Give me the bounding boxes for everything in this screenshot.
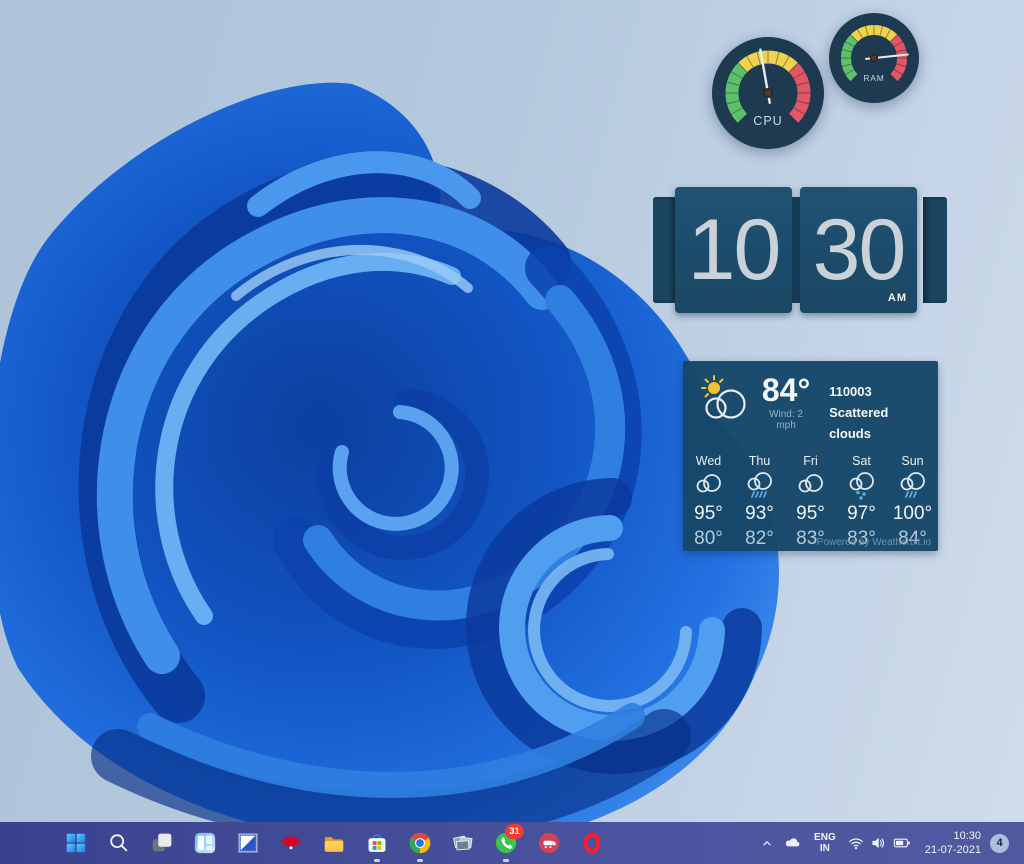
- microsoft-store-button[interactable]: [355, 822, 398, 864]
- tray-chevron-button[interactable]: [755, 826, 779, 860]
- ram-gauge-widget[interactable]: RAM: [826, 10, 922, 106]
- chevron-up-icon: [759, 835, 775, 851]
- opera-button[interactable]: [570, 822, 613, 864]
- sun-behind-clouds-icon: [695, 374, 753, 426]
- forecast-row: Wed 95° 80° Thu 93°: [683, 454, 938, 550]
- clock-left-tab: [653, 197, 677, 303]
- search-button[interactable]: [97, 822, 140, 864]
- ram-gauge-label: RAM: [863, 73, 884, 83]
- desktop[interactable]: CPU RAM 10 30 AM: [0, 0, 1024, 864]
- weather-widget[interactable]: 84° Wind: 2 mph 110003 Scattered clouds …: [683, 361, 938, 551]
- diagonal-split-app-icon: [236, 831, 260, 855]
- system-tray: ENG IN: [755, 822, 1024, 864]
- clock-right-tab: [923, 197, 947, 303]
- microsoft-store-icon: [365, 831, 389, 855]
- rain-icon: [743, 470, 777, 502]
- chrome-button[interactable]: [398, 822, 441, 864]
- file-explorer-button[interactable]: [312, 822, 355, 864]
- running-indicator: [417, 859, 423, 862]
- search-icon: [107, 831, 131, 855]
- cpu-gauge-widget[interactable]: CPU: [708, 33, 828, 153]
- onedrive-cloud-icon: [783, 834, 802, 853]
- tray-date: 21-07-2021: [925, 843, 981, 857]
- taskbar-app-row: 31: [54, 822, 613, 864]
- forecast-day: Fri 95° 83°: [785, 454, 836, 550]
- forecast-day: Wed 95° 80°: [683, 454, 734, 550]
- running-indicator: [374, 859, 380, 862]
- start-button[interactable]: [54, 822, 97, 864]
- whatsapp-button[interactable]: 31: [484, 822, 527, 864]
- tray-clock[interactable]: 10:30 21-07-2021: [925, 829, 981, 858]
- clock-hour-panel: 10: [675, 187, 792, 313]
- volume-button[interactable]: [867, 826, 889, 860]
- drizzle-icon: [845, 470, 879, 502]
- clock-minute-panel: 30 AM: [800, 187, 917, 313]
- widgets-icon: [193, 831, 217, 855]
- taskbar: 31: [0, 822, 1024, 864]
- clock-widget[interactable]: 10 30 AM: [653, 187, 947, 313]
- rain-icon: [896, 470, 930, 502]
- location-code: 110003: [829, 382, 930, 403]
- forecast-day: Sat 97° 83°: [836, 454, 887, 550]
- weather-current: 84° Wind: 2 mph 110003 Scattered clouds: [683, 361, 938, 444]
- huawei-flower-icon: [279, 831, 303, 855]
- clock-hour: 10: [688, 201, 780, 300]
- forecast-day: Thu 93° 82°: [734, 454, 785, 550]
- train-app-icon: [537, 831, 561, 855]
- battery-icon: [892, 833, 912, 853]
- windows-logo-icon: [64, 831, 88, 855]
- photos-collage-icon: [451, 831, 475, 855]
- forecast-day: Sun 100° 84°: [887, 454, 938, 550]
- wifi-icon: [847, 834, 865, 852]
- whatsapp-unread-badge: 31: [505, 824, 524, 839]
- cpu-gauge-hub: [764, 89, 772, 97]
- photo-viewer-button[interactable]: [226, 822, 269, 864]
- battery-button[interactable]: [889, 826, 915, 860]
- cloudy-icon: [794, 470, 828, 502]
- notification-count-badge[interactable]: 4: [990, 834, 1009, 853]
- wifi-button[interactable]: [845, 826, 867, 860]
- task-view-icon: [150, 831, 174, 855]
- clock-meridiem: AM: [888, 292, 907, 304]
- file-explorer-icon: [322, 831, 346, 855]
- current-wind: Wind: 2 mph: [759, 409, 813, 431]
- weather-attribution[interactable]: Powered by Weatherbit.io: [817, 537, 931, 548]
- tray-time: 10:30: [925, 829, 981, 843]
- speaker-icon: [869, 834, 887, 852]
- task-view-button[interactable]: [140, 822, 183, 864]
- widgets-button[interactable]: [183, 822, 226, 864]
- opera-icon: [580, 831, 604, 855]
- weather-condition: Scattered clouds: [829, 403, 930, 445]
- cpu-gauge-label: CPU: [753, 114, 782, 128]
- running-indicator: [503, 859, 509, 862]
- chrome-icon: [408, 831, 432, 855]
- photos-button[interactable]: [441, 822, 484, 864]
- cloudy-icon: [692, 470, 726, 502]
- current-temperature: 84°: [759, 374, 813, 406]
- language-indicator[interactable]: ENG IN: [814, 832, 836, 855]
- ram-gauge-hub: [871, 55, 878, 62]
- huawei-hisuite-button[interactable]: [269, 822, 312, 864]
- rail-app-button[interactable]: [527, 822, 570, 864]
- clock-minute: 30: [813, 201, 905, 300]
- onedrive-button[interactable]: [779, 826, 805, 860]
